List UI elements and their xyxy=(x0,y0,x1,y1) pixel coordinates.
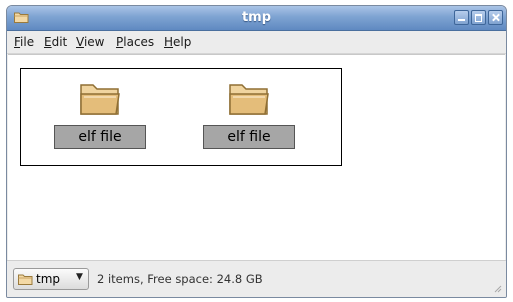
menu-edit[interactable]: Edit xyxy=(44,35,67,49)
status-bar: tmp ▼ 2 items, Free space: 24.8 GB xyxy=(7,260,506,297)
folder-icon xyxy=(229,84,269,115)
resize-grip-icon[interactable] xyxy=(492,283,502,293)
file-view[interactable]: elf file elf file xyxy=(8,54,505,263)
location-label: tmp xyxy=(36,272,61,286)
close-button[interactable] xyxy=(488,10,503,25)
file-name-label: elf file xyxy=(54,125,146,149)
file-manager-window: tmp File Edit View Places Help elf file xyxy=(6,5,507,298)
file-name-label: elf file xyxy=(203,125,295,149)
dropdown-arrow-icon: ▼ xyxy=(76,272,83,282)
file-item[interactable]: elf file xyxy=(54,79,154,159)
menu-view[interactable]: View xyxy=(76,35,104,49)
folder-icon xyxy=(80,84,120,115)
minimize-button[interactable] xyxy=(454,10,469,25)
menu-file[interactable]: File xyxy=(14,35,34,49)
maximize-button[interactable] xyxy=(471,10,486,25)
menu-places[interactable]: Places xyxy=(116,35,154,49)
folder-icon xyxy=(18,274,33,285)
file-item[interactable]: elf file xyxy=(203,79,303,159)
window-title: tmp xyxy=(241,10,272,25)
location-button[interactable]: tmp ▼ xyxy=(13,268,89,290)
title-bar[interactable]: tmp xyxy=(7,6,506,31)
menu-help[interactable]: Help xyxy=(164,35,191,49)
menu-bar: File Edit View Places Help xyxy=(7,31,506,54)
status-text: 2 items, Free space: 24.8 GB xyxy=(97,272,263,286)
